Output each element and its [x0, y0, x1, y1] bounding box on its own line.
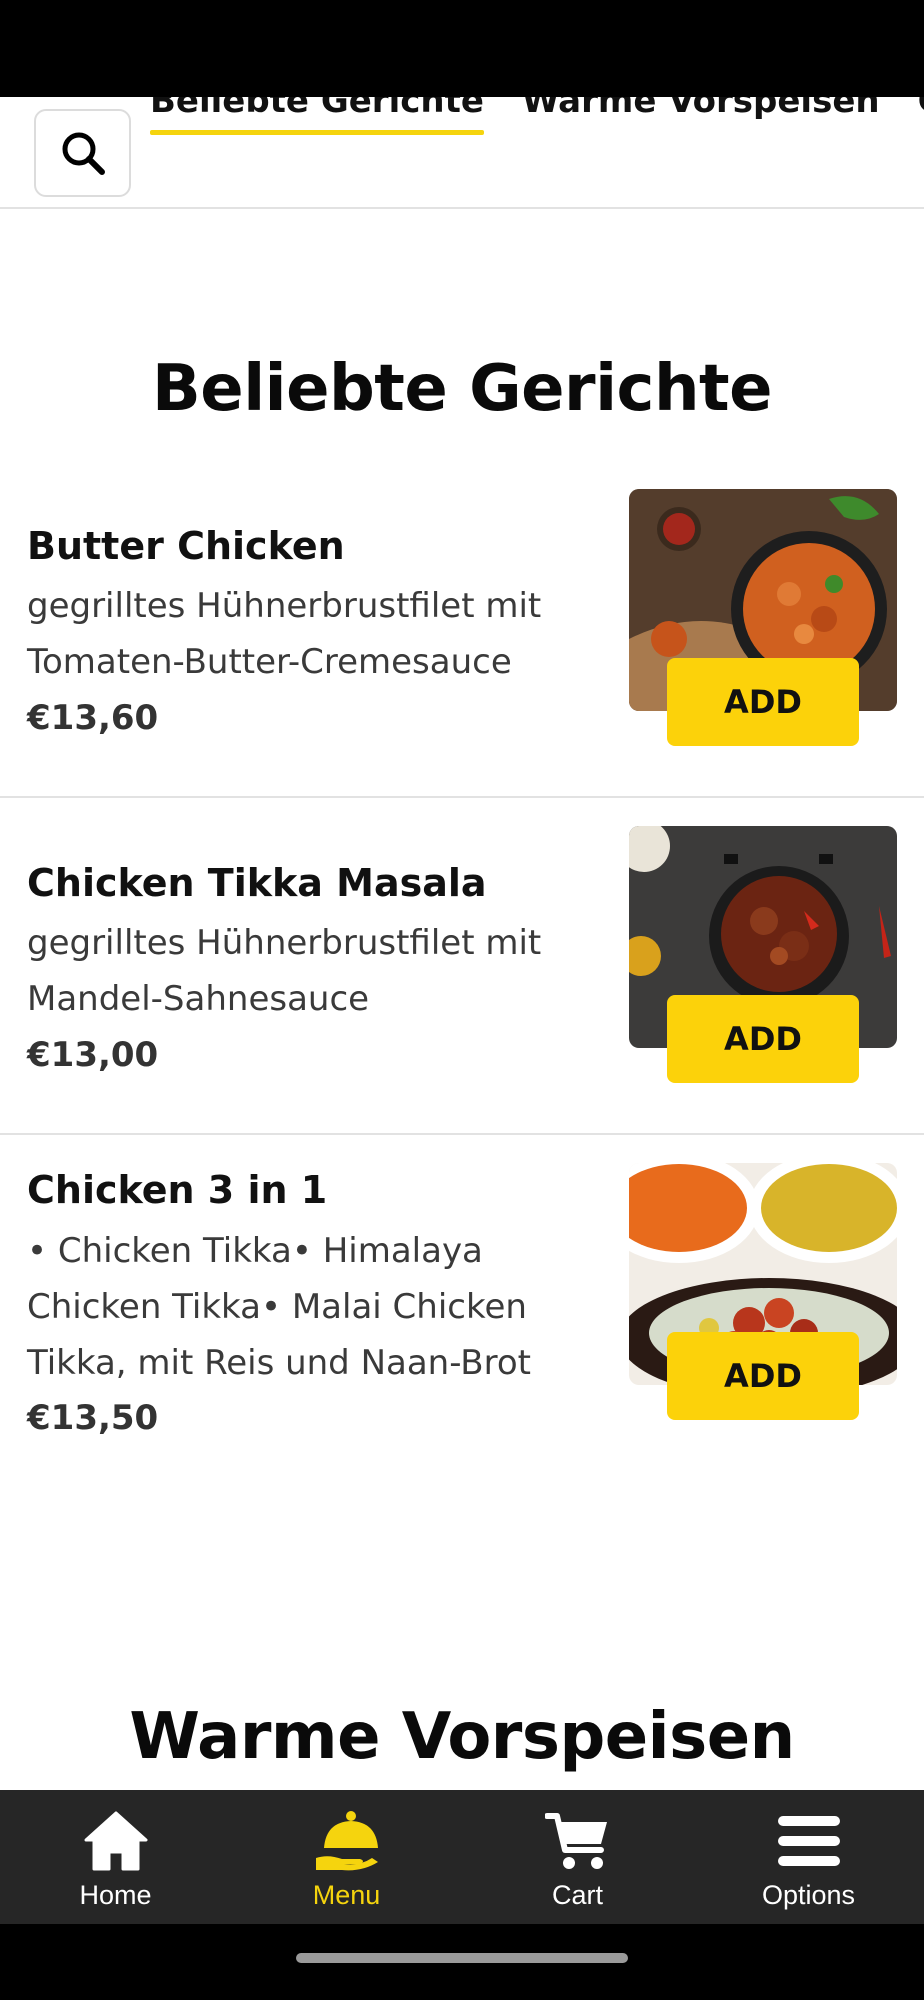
category-tabs: Beliebte Gerichte Warme Vorspeisen Gr	[150, 97, 924, 135]
home-indicator[interactable]	[296, 1953, 628, 1963]
nav-label: Menu	[312, 1880, 381, 1910]
search-icon	[62, 132, 105, 175]
bottom-navigation: Home Menu Cart Options	[0, 1790, 924, 1924]
tab-next-category[interactable]: Gr	[918, 97, 924, 129]
nav-label: Cart	[551, 1880, 603, 1910]
item-name: Chicken Tikka Masala	[27, 861, 487, 905]
nav-home[interactable]: Home	[0, 1790, 231, 1924]
category-bar: Beliebte Gerichte Warme Vorspeisen Gr	[0, 97, 924, 209]
item-description: gegrilltes Hühnerbrustfilet mit Tomaten-…	[27, 586, 542, 682]
item-price: €13,60	[27, 698, 159, 738]
home-icon	[81, 1808, 151, 1874]
add-button[interactable]: ADD	[667, 1332, 859, 1420]
menu-item[interactable]: Chicken Tikka Masala gegrilltes Hühnerbr…	[0, 799, 924, 1135]
add-button[interactable]: ADD	[667, 658, 859, 746]
item-name: Butter Chicken	[27, 524, 345, 568]
status-bar	[0, 0, 924, 97]
tab-beliebte-gerichte[interactable]: Beliebte Gerichte	[150, 97, 484, 135]
add-button[interactable]: ADD	[667, 995, 859, 1083]
item-name: Chicken 3 in 1	[27, 1168, 328, 1212]
nav-menu[interactable]: Menu	[231, 1790, 462, 1924]
nav-cart[interactable]: Cart	[462, 1790, 693, 1924]
item-price: €13,50	[27, 1398, 159, 1438]
cart-icon	[543, 1808, 613, 1874]
search-button[interactable]	[34, 109, 131, 197]
menu-item[interactable]: Chicken 3 in 1 • Chicken Tikka• Himalaya…	[0, 1136, 924, 1472]
menu-item[interactable]: Butter Chicken gegrilltes Hühnerbrustfil…	[0, 462, 924, 798]
item-price: €13,00	[27, 1035, 159, 1075]
nav-label: Home	[79, 1880, 152, 1910]
section-title: Warme Vorspeisen	[129, 1700, 795, 1774]
tab-warme-vorspeisen[interactable]: Warme Vorspeisen	[522, 97, 880, 129]
item-description: gegrilltes Hühnerbrustfilet mit Mandel-S…	[27, 923, 542, 1019]
cloche-icon	[312, 1808, 382, 1874]
nav-options[interactable]: Options	[693, 1790, 924, 1924]
nav-label: Options	[761, 1880, 856, 1910]
section-title: Beliebte Gerichte	[152, 352, 773, 426]
item-description: • Chicken Tikka• Himalaya Chicken Tikka•…	[27, 1231, 531, 1383]
hamburger-icon	[774, 1808, 844, 1874]
